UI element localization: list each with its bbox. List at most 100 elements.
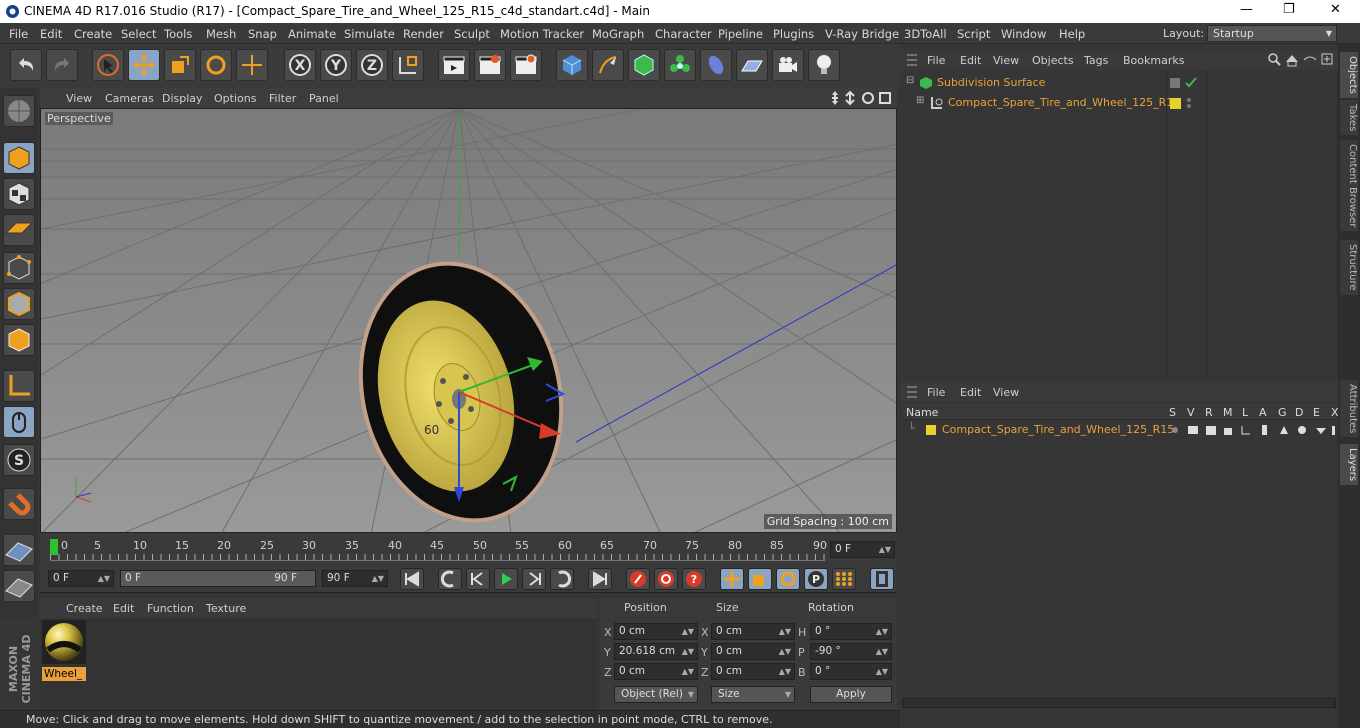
render-picture-viewer-button[interactable] (474, 49, 506, 81)
menu-mesh[interactable]: Mesh (206, 27, 236, 41)
material-menu-create[interactable]: Create (66, 602, 103, 615)
record-keys-button[interactable] (626, 568, 650, 590)
layer-col-locked[interactable]: L (1242, 406, 1248, 419)
layer-col-expressions[interactable]: E (1313, 406, 1320, 419)
objects-menu-file[interactable]: File (927, 54, 945, 67)
size-mode-select[interactable]: Size ▼ (711, 686, 795, 703)
object-manager-tools[interactable] (1266, 52, 1336, 68)
menu-window[interactable]: Window (1001, 27, 1046, 41)
x-axis-button[interactable]: X (284, 49, 316, 81)
panel-grip-icon[interactable] (906, 54, 918, 66)
cloner-button[interactable] (664, 49, 696, 81)
layer-name[interactable]: Compact_Spare_Tire_and_Wheel_125_R15 (942, 423, 1174, 436)
viewport-menu-panel[interactable]: Panel (309, 92, 339, 105)
menu-plugins[interactable]: Plugins (773, 27, 814, 41)
last-tool-button[interactable] (236, 49, 268, 81)
enable-axis-button[interactable] (3, 534, 35, 566)
tab-layers[interactable]: Layers (1340, 444, 1358, 486)
viewport-scene[interactable]: 60 (41, 109, 897, 533)
end-frame-field[interactable]: 90 F ▲▼ (322, 570, 388, 587)
goto-end-button[interactable] (588, 568, 612, 590)
size-x-field[interactable]: 0 cm ▲▼ (711, 623, 795, 640)
size-y-field[interactable]: 0 cm ▲▼ (711, 643, 795, 660)
live-selection-button[interactable] (92, 49, 124, 81)
y-axis-button[interactable]: Y (320, 49, 352, 81)
menu-file[interactable]: File (9, 27, 28, 41)
model-mode-button[interactable] (3, 142, 35, 174)
next-frame-button[interactable] (522, 568, 546, 590)
texture-mode-button[interactable] (3, 178, 35, 210)
prev-frame-button[interactable] (466, 568, 490, 590)
timeline-ruler[interactable]: 0 5 10 15 20 25 30 35 40 45 50 55 60 65 … (40, 533, 897, 563)
axis-mode-button[interactable] (3, 370, 35, 402)
layer-horizontal-scrollbar[interactable] (902, 698, 1336, 708)
menu-render[interactable]: Render (403, 27, 444, 41)
viewport-menu-display[interactable]: Display (162, 92, 203, 105)
material-menu-texture[interactable]: Texture (206, 602, 246, 615)
material-menu-function[interactable]: Function (147, 602, 194, 615)
menu-3dtoall[interactable]: 3DToAll (904, 27, 947, 41)
rotation-p-field[interactable]: -90 ° ▲▼ (810, 643, 892, 660)
scale-tool-button[interactable] (164, 49, 196, 81)
tab-structure[interactable]: Structure (1340, 240, 1358, 295)
layers-menu-edit[interactable]: Edit (960, 386, 981, 399)
next-key-button[interactable] (550, 568, 574, 590)
undo-button[interactable] (10, 49, 42, 81)
edges-mode-button[interactable] (3, 288, 35, 320)
menu-tools[interactable]: Tools (164, 27, 192, 41)
layer-col-visible[interactable]: V (1187, 406, 1195, 419)
position-y-field[interactable]: 20.618 cm ▲▼ (614, 643, 698, 660)
points-mode-button[interactable] (3, 252, 35, 284)
menu-simulate[interactable]: Simulate (344, 27, 395, 41)
object-name-subdivision[interactable]: Subdivision Surface (937, 76, 1045, 89)
coordinate-mode-select[interactable]: Object (Rel) ▼ (614, 686, 698, 703)
timeline-playhead[interactable] (50, 539, 58, 555)
menu-vray-bridge[interactable]: V-Ray Bridge (825, 27, 899, 41)
expand-icon[interactable]: ⊞ (916, 95, 924, 106)
layer-col-deformers[interactable]: D (1295, 406, 1303, 419)
deformer-button[interactable] (700, 49, 732, 81)
render-view-button[interactable] (438, 49, 470, 81)
keyframe-selection-button[interactable]: ? (682, 568, 706, 590)
prev-key-button[interactable] (438, 568, 462, 590)
objects-menu-bookmarks[interactable]: Bookmarks (1123, 54, 1184, 67)
object-visibility-icons[interactable] (1170, 77, 1198, 89)
layer-toggle-icons[interactable] (1170, 424, 1338, 436)
start-frame-field[interactable]: 0 F ▲▼ (48, 570, 114, 587)
play-button[interactable] (494, 568, 518, 590)
coordinate-system-button[interactable] (392, 49, 424, 81)
tab-objects[interactable]: Objects (1340, 52, 1358, 98)
position-x-field[interactable]: 0 cm ▲▼ (614, 623, 698, 640)
object-name-wheel[interactable]: Compact_Spare_Tire_and_Wheel_125_R15 (948, 96, 1180, 109)
viewport-menu-view[interactable]: View (66, 92, 92, 105)
layer-row[interactable]: └ Compact_Spare_Tire_and_Wheel_125_R15 (900, 422, 1338, 438)
rotate-tool-button[interactable] (200, 49, 232, 81)
collapse-icon[interactable]: ⊟ (906, 75, 914, 86)
viewport-menu-cameras[interactable]: Cameras (105, 92, 154, 105)
layer-col-generators[interactable]: G (1278, 406, 1287, 419)
layer-col-manager[interactable]: M (1223, 406, 1233, 419)
size-z-field[interactable]: 0 cm ▲▼ (711, 663, 795, 680)
layers-menu-file[interactable]: File (927, 386, 945, 399)
objects-menu-edit[interactable]: Edit (960, 54, 981, 67)
tweak-mode-button[interactable] (3, 406, 35, 438)
layer-color-swatch[interactable] (926, 425, 936, 435)
solo-button[interactable]: S (3, 444, 35, 476)
viewport-menu-options[interactable]: Options (214, 92, 256, 105)
panel-grip-icon[interactable] (906, 386, 918, 398)
render-settings-button[interactable] (510, 49, 542, 81)
menu-create[interactable]: Create (74, 27, 112, 41)
tab-content-browser[interactable]: Content Browser (1340, 140, 1358, 232)
apply-button[interactable]: Apply (810, 686, 892, 703)
timeline-track[interactable]: 0 5 10 15 20 25 30 35 40 45 50 55 60 65 … (50, 537, 827, 561)
polygons-mode-button[interactable] (3, 324, 35, 356)
menu-script[interactable]: Script (957, 27, 990, 41)
material-menu-edit[interactable]: Edit (113, 602, 134, 615)
menu-pipeline[interactable]: Pipeline (718, 27, 763, 41)
floor-button[interactable] (736, 49, 768, 81)
redo-button[interactable] (46, 49, 78, 81)
workplane-mode-button[interactable] (3, 214, 35, 246)
frame-range-slider[interactable]: 0 F 90 F (120, 570, 316, 587)
pen-spline-button[interactable] (592, 49, 624, 81)
current-frame-field[interactable]: 0 F ▲▼ (830, 541, 895, 558)
